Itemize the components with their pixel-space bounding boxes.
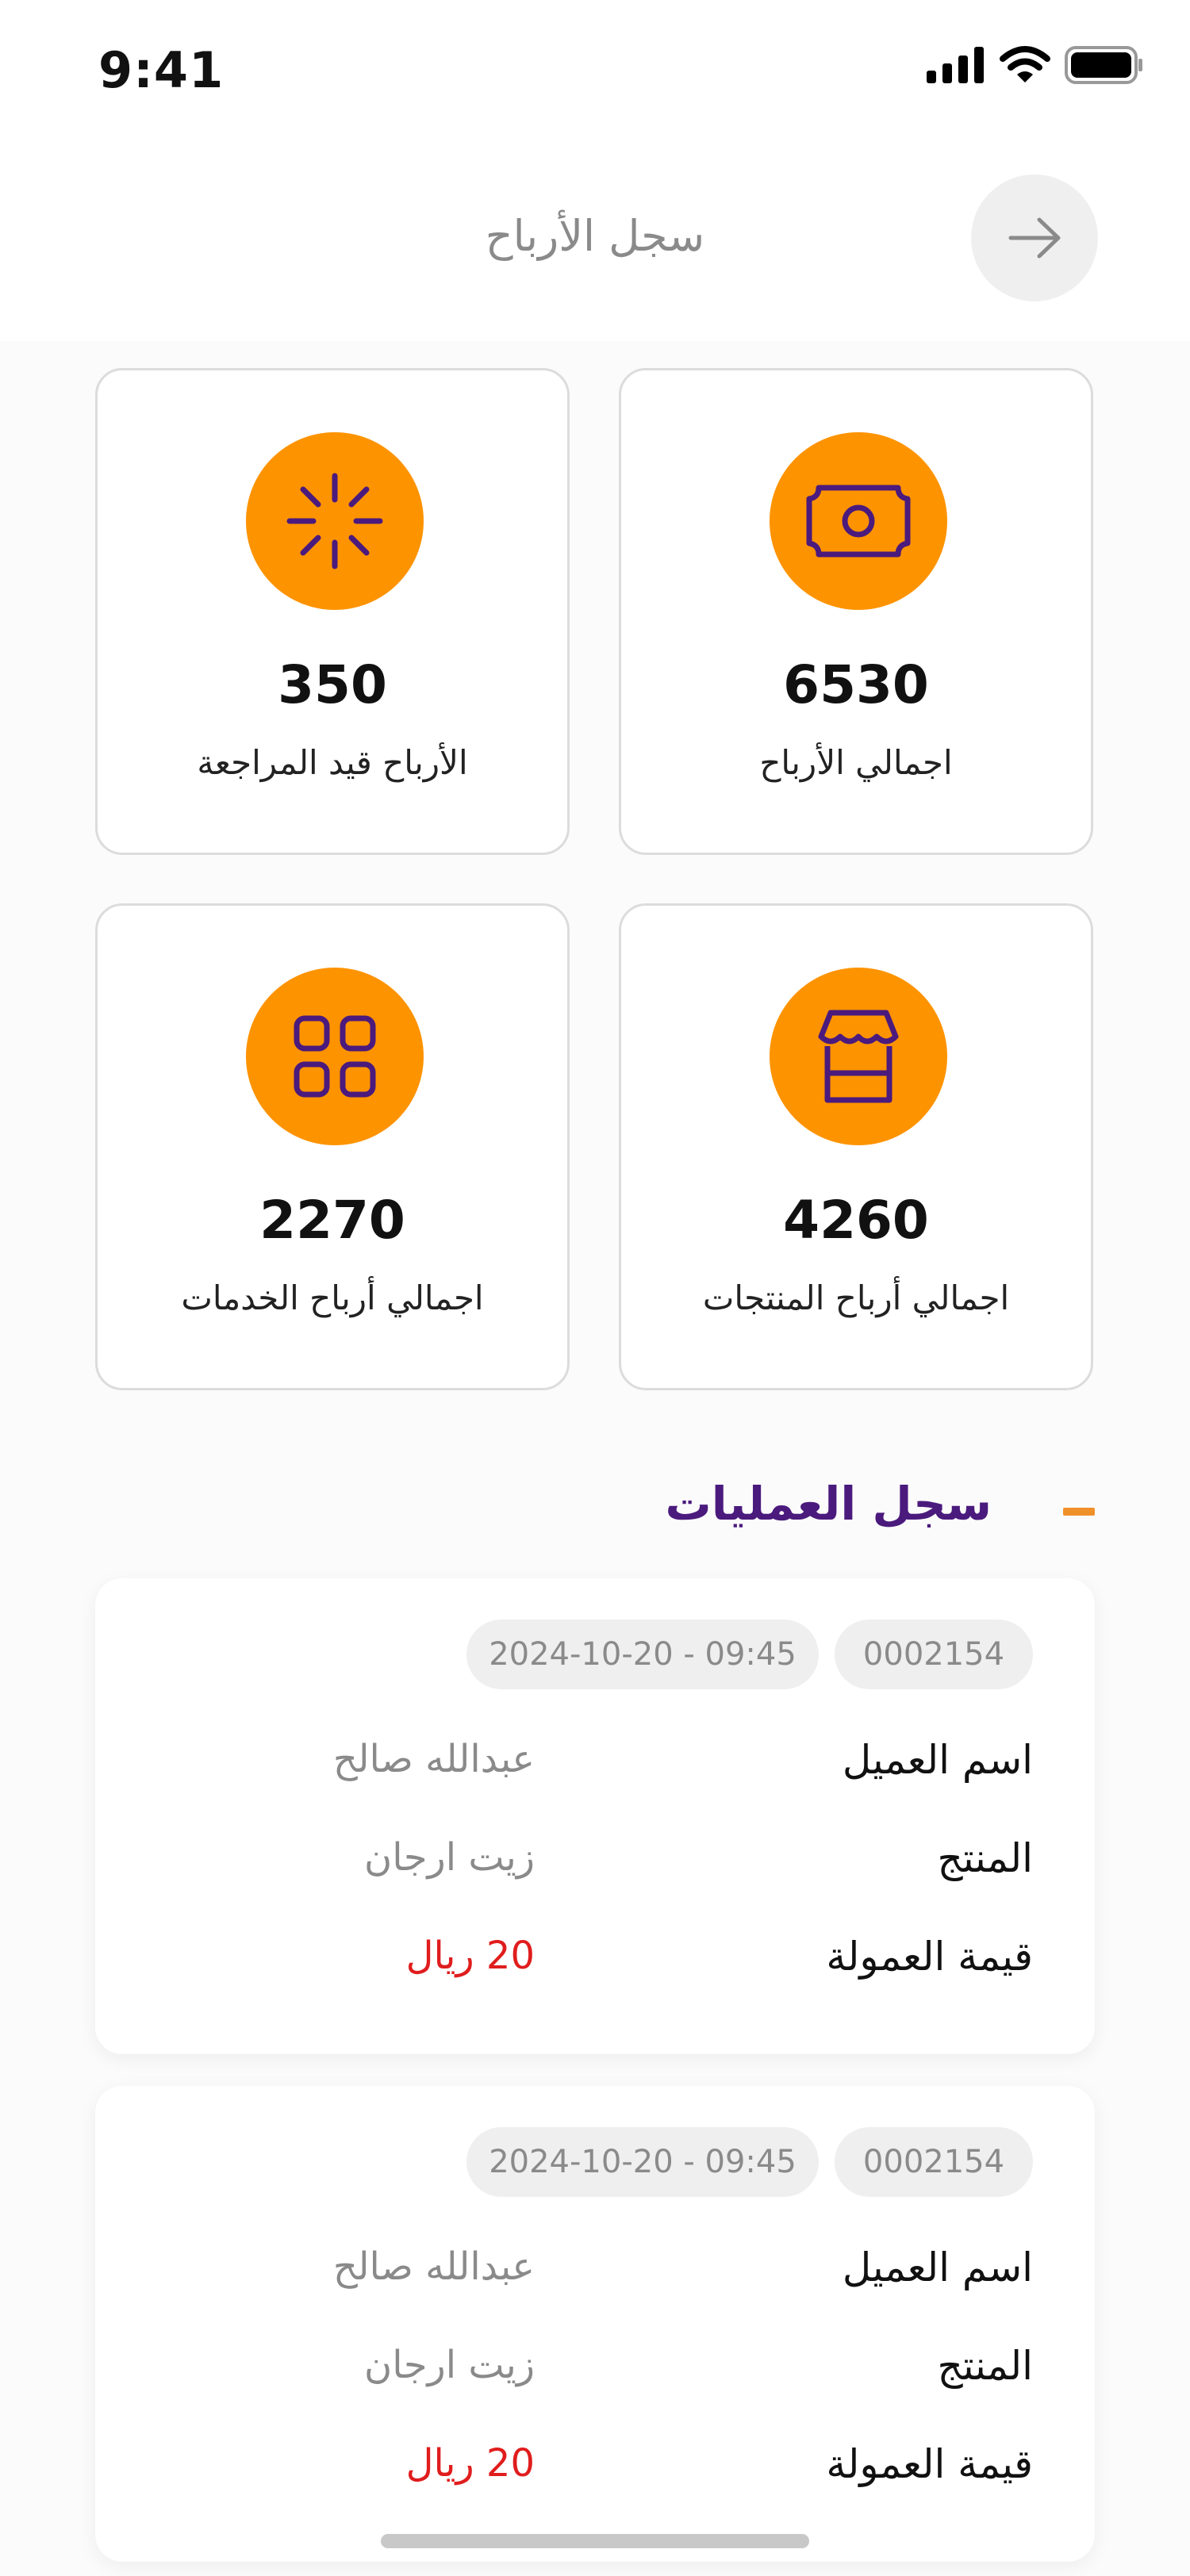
- section-marker: [1063, 1508, 1095, 1516]
- product-value: زيت ارجان: [364, 2343, 535, 2387]
- status-time: 9:41: [98, 41, 225, 99]
- operation-id-badge: 0002154: [835, 2127, 1033, 2197]
- stat-card-service-earnings: 2270 اجمالي أرباح الخدمات: [95, 903, 570, 1390]
- signal-icon: [927, 47, 984, 83]
- commission-label: قيمة العمولة: [826, 2441, 1033, 2487]
- customer-name-label: اسم العميل: [842, 1737, 1033, 1783]
- section-title: سجل العمليات: [665, 1477, 992, 1531]
- operation-card[interactable]: 0002154 2024-10-20 - 09:45 اسم العميل عب…: [95, 2086, 1095, 2562]
- wifi-icon: [1000, 46, 1050, 82]
- back-button[interactable]: [971, 174, 1098, 301]
- stat-card-product-earnings: 4260 اجمالي أرباح المنتجات: [619, 903, 1093, 1390]
- customer-name-value: عبدالله صالح: [332, 2244, 535, 2289]
- stat-icon-circle: [246, 432, 424, 610]
- stat-card-pending-earnings: 350 الأرباح قيد المراجعة: [95, 368, 570, 855]
- money-bill-icon: [806, 485, 911, 558]
- stat-label: اجمالي أرباح الخدمات: [181, 1278, 484, 1317]
- battery-icon: [1065, 46, 1142, 84]
- page-header: سجل الأرباح: [0, 143, 1190, 341]
- stat-value: 4260: [783, 1190, 929, 1251]
- stat-label: اجمالي أرباح المنتجات: [702, 1278, 1010, 1317]
- earnings-log-screen: 9:41 سجل الأرباح 6530 اجمالي الأرباح 350…: [0, 0, 1190, 2576]
- stat-label: الأرباح قيد المراجعة: [197, 743, 468, 782]
- stat-value: 6530: [783, 654, 929, 715]
- customer-name-label: اسم العميل: [842, 2244, 1033, 2290]
- grid-icon: [294, 1015, 376, 1098]
- stat-card-total-earnings: 6530 اجمالي الأرباح: [619, 368, 1093, 855]
- stat-label: اجمالي الأرباح: [759, 743, 953, 782]
- commission-value: 20 ريال: [405, 1934, 535, 1978]
- loading-spinner-icon: [286, 473, 383, 569]
- operation-date-badge: 2024-10-20 - 09:45: [466, 2127, 819, 2197]
- product-label: المنتج: [937, 1835, 1033, 1881]
- stat-icon-circle: [770, 432, 947, 610]
- home-indicator: [381, 2534, 809, 2548]
- arrow-right-icon: [1008, 217, 1061, 259]
- stat-value: 2270: [259, 1190, 405, 1251]
- operation-card[interactable]: 0002154 2024-10-20 - 09:45 اسم العميل عب…: [95, 1578, 1095, 2054]
- product-label: المنتج: [937, 2343, 1033, 2389]
- operation-date-badge: 2024-10-20 - 09:45: [466, 1620, 819, 1689]
- status-bar: 9:41: [0, 0, 1190, 143]
- commission-label: قيمة العمولة: [826, 1934, 1033, 1980]
- customer-name-value: عبدالله صالح: [332, 1737, 535, 1781]
- stat-value: 350: [278, 654, 387, 715]
- stat-icon-circle: [246, 968, 424, 1145]
- store-icon: [818, 1010, 899, 1103]
- stat-icon-circle: [770, 968, 947, 1145]
- operation-id-badge: 0002154: [835, 1620, 1033, 1689]
- status-icons: [927, 46, 1144, 84]
- commission-value: 20 ريال: [405, 2441, 535, 2486]
- product-value: زيت ارجان: [364, 1835, 535, 1880]
